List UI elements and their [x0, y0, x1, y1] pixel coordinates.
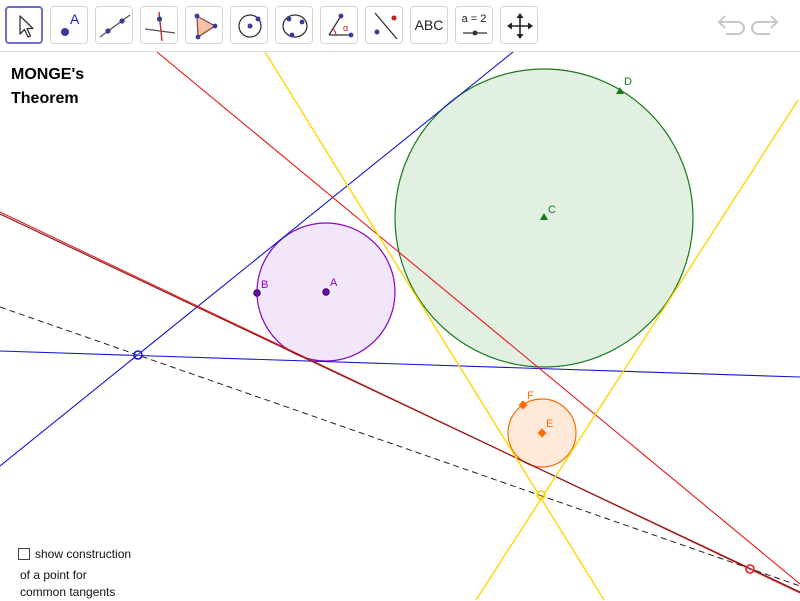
external-center-point-yellow[interactable] — [536, 490, 546, 500]
circle-center-point-tool-button[interactable] — [230, 6, 268, 44]
move-graphics-view-tool-button[interactable] — [500, 6, 538, 44]
line-through-two-points-icon — [99, 14, 131, 38]
construction-dashed-line[interactable] — [0, 306, 800, 587]
four-way-arrow-icon — [507, 13, 533, 39]
angle-tool-button[interactable]: α — [320, 6, 358, 44]
point-a[interactable] — [322, 288, 330, 296]
slider-track-icon — [463, 30, 487, 36]
toolbar: A α ABC a = 2 — [0, 0, 800, 52]
line-tool-button[interactable] — [95, 6, 133, 44]
angle-icon: α — [328, 13, 354, 38]
show-construction-checkbox[interactable] — [18, 548, 30, 560]
arrow-cursor-icon — [19, 15, 34, 38]
point-a-label: A — [330, 277, 338, 289]
reflect-about-line-icon — [374, 12, 398, 40]
svg-text:α: α — [343, 23, 348, 33]
reflect-tool-button[interactable] — [365, 6, 403, 44]
svg-text:A: A — [70, 11, 80, 27]
show-construction-label: show construction — [35, 547, 132, 561]
polygon-tool-button[interactable] — [185, 6, 223, 44]
move-tool-button[interactable] — [5, 6, 43, 44]
title-line-1: MONGE's — [11, 66, 85, 83]
point-f-label: F — [527, 390, 534, 402]
tangent-line-blue-lower[interactable] — [0, 350, 800, 378]
construction-checkbox-group: show construction of a point for common … — [18, 547, 131, 601]
point-tool-button[interactable]: A — [50, 6, 88, 44]
text-tool-button[interactable]: ABC — [410, 6, 448, 44]
undo-icon[interactable] — [712, 10, 746, 40]
title-line-2: Theorem — [11, 90, 79, 107]
construction-checkbox-row[interactable]: show construction — [18, 547, 131, 561]
point-e-label: E — [546, 418, 553, 430]
external-center-point-blue[interactable] — [133, 350, 143, 360]
redo-icon[interactable] — [750, 10, 784, 40]
point-b-label: B — [261, 279, 268, 291]
point-d-label: D — [624, 76, 632, 88]
circle-center-point-icon — [238, 14, 262, 38]
construction-caption-line-3: common tangents — [20, 585, 116, 599]
graphics-view[interactable]: A B C D E F — [0, 52, 800, 600]
point-A-icon: A — [61, 11, 80, 36]
construction-caption-line-2: of a point for — [20, 568, 87, 582]
external-center-point-red[interactable] — [745, 564, 755, 574]
point-b[interactable] — [253, 289, 261, 297]
perpendicular-line-tool-button[interactable] — [140, 6, 178, 44]
page-title: MONGE's Theorem — [11, 63, 84, 111]
circle-three-points-tool-button[interactable] — [275, 6, 313, 44]
perpendicular-line-icon — [144, 11, 176, 42]
polygon-icon — [194, 13, 218, 40]
point-c-label: C — [548, 204, 556, 216]
circle-three-points-icon — [282, 14, 308, 38]
text-abc-icon: ABC — [414, 17, 444, 33]
slider-tool-button[interactable]: a = 2 — [455, 6, 493, 44]
